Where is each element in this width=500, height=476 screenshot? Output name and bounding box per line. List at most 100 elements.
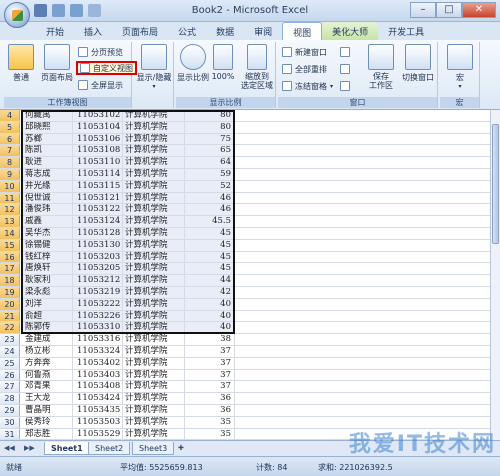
cell-score[interactable]: 45	[185, 251, 235, 263]
table-row[interactable]: 13 戚鑫 11053124 计算机学院 45.5	[0, 216, 490, 228]
cell-score[interactable]: 37	[185, 346, 235, 357]
cell-college[interactable]: 计算机学院	[123, 310, 185, 322]
tab-7[interactable]: 美化大师	[322, 22, 379, 40]
maximize-button[interactable]: □	[436, 2, 462, 18]
table-row[interactable]: 12 潘俊玮 11053122 计算机学院 46	[0, 204, 490, 217]
table-row[interactable]: 16 钱红梓 11053203 计算机学院 45	[0, 251, 490, 264]
cell-score[interactable]: 40	[185, 298, 235, 310]
zoom-100-button[interactable]: 100%	[210, 44, 236, 81]
table-row[interactable]: 25 方奔奔 11053402 计算机学院 37	[0, 357, 490, 370]
cell-name[interactable]: 耿家利	[21, 275, 73, 286]
cell-empty[interactable]	[235, 134, 490, 145]
cell-empty[interactable]	[235, 204, 490, 215]
row-header[interactable]: 28	[0, 393, 20, 404]
cell-name[interactable]: 曹晶明	[21, 405, 73, 416]
cell-name[interactable]: 刘洋	[21, 298, 73, 310]
cell-name[interactable]: 蒋志成	[21, 169, 73, 180]
cell-college[interactable]: 计算机学院	[123, 251, 185, 263]
cell-id[interactable]: 11053203	[73, 251, 123, 263]
cell-id[interactable]: 11053403	[73, 369, 123, 381]
cell-id[interactable]: 11053130	[73, 239, 123, 251]
table-row[interactable]: 4 何藏禹 11053102 计算机学院 80	[0, 110, 490, 122]
cell-empty[interactable]	[235, 311, 490, 322]
table-row[interactable]: 27 邓青果 11053408 计算机学院 37	[0, 381, 490, 394]
page-break-preview-button[interactable]: 分页预览	[78, 45, 123, 59]
cell-college[interactable]: 计算机学院	[123, 287, 185, 298]
next-sheet-arrow-icon[interactable]: ▶▶	[24, 444, 35, 452]
row-header[interactable]: 11	[0, 192, 20, 204]
cell-college[interactable]: 计算机学院	[123, 180, 185, 192]
cell-college[interactable]: 计算机学院	[123, 369, 185, 381]
cell-name[interactable]: 陈郭传	[21, 322, 73, 334]
table-row[interactable]: 20 刘洋 11053222 计算机学院 40	[0, 298, 490, 311]
cell-id[interactable]: 11053408	[73, 381, 123, 393]
cell-college[interactable]: 计算机学院	[123, 428, 185, 440]
sheet-tab-1[interactable]: Sheet1	[44, 442, 90, 455]
cell-id[interactable]: 11053128	[73, 228, 123, 239]
cell-empty[interactable]	[235, 322, 490, 333]
tab-5[interactable]: 审阅	[244, 22, 282, 40]
cell-empty[interactable]	[235, 370, 490, 381]
row-header[interactable]: 30	[0, 416, 20, 428]
tab-4[interactable]: 数据	[206, 22, 244, 40]
cell-college[interactable]: 计算机学院	[123, 322, 185, 334]
new-window-button[interactable]: 新建窗口	[282, 45, 327, 59]
cell-empty[interactable]	[235, 157, 490, 168]
cell-college[interactable]: 计算机学院	[123, 357, 185, 369]
cell-college[interactable]: 计算机学院	[123, 192, 185, 204]
table-row[interactable]: 10 井光缘 11053115 计算机学院 52	[0, 180, 490, 193]
tab-2[interactable]: 页面布局	[112, 22, 168, 40]
cell-score[interactable]: 38	[185, 334, 235, 345]
row-header[interactable]: 14	[0, 228, 20, 239]
cell-name[interactable]: 徐锡健	[21, 239, 73, 251]
cell-empty[interactable]	[235, 169, 490, 180]
table-row[interactable]: 26 何鲁燕 11053403 计算机学院 37	[0, 369, 490, 382]
first-sheet-arrow-icon[interactable]: ◀◀	[4, 444, 15, 452]
cell-name[interactable]: 戚鑫	[21, 216, 73, 227]
cell-score[interactable]: 59	[185, 169, 235, 180]
cell-empty[interactable]	[235, 193, 490, 204]
normal-view-button[interactable]: 普通	[6, 44, 36, 83]
cell-name[interactable]: 井光缘	[21, 180, 73, 192]
full-screen-button[interactable]: 全屏显示	[78, 78, 123, 92]
cell-score[interactable]: 65	[185, 145, 235, 157]
cell-id[interactable]: 11053402	[73, 357, 123, 369]
cell-name[interactable]: 郑志胜	[21, 428, 73, 440]
freeze-panes-button[interactable]: 冻结窗格 ▾	[282, 79, 333, 93]
row-header[interactable]: 20	[0, 298, 20, 310]
tab-3[interactable]: 公式	[168, 22, 206, 40]
cell-empty[interactable]	[235, 240, 490, 251]
cell-college[interactable]: 计算机学院	[123, 405, 185, 416]
table-row[interactable]: 9 蒋志成 11053114 计算机学院 59	[0, 169, 490, 181]
table-row[interactable]: 22 陈郭传 11053310 计算机学院 40	[0, 322, 490, 335]
cell-name[interactable]: 邓青果	[21, 381, 73, 393]
cell-empty[interactable]	[235, 393, 490, 404]
tab-6[interactable]: 视图	[282, 22, 323, 40]
cell-name[interactable]: 金建成	[21, 334, 73, 345]
cell-name[interactable]: 潘俊玮	[21, 204, 73, 216]
page-layout-button[interactable]: 页面布局	[38, 44, 76, 83]
row-header[interactable]: 19	[0, 287, 20, 298]
tab-8[interactable]: 开发工具	[378, 22, 434, 40]
cell-empty[interactable]	[235, 216, 490, 227]
cell-score[interactable]: 45.5	[185, 216, 235, 227]
switch-windows-button[interactable]: 切换窗口	[398, 44, 438, 83]
cell-empty[interactable]	[235, 122, 490, 133]
cell-name[interactable]: 倪世诚	[21, 192, 73, 204]
sheet-tab-3[interactable]: Sheet3	[132, 442, 175, 455]
zoom-to-selection-button[interactable]: 缩放到 选定区域	[238, 44, 276, 90]
save-workspace-button[interactable]: 保存 工作区	[364, 44, 398, 90]
cell-college[interactable]: 计算机学院	[123, 416, 185, 428]
cell-id[interactable]: 11053114	[73, 169, 123, 180]
hide-window-button[interactable]	[340, 62, 350, 76]
table-row[interactable]: 11 倪世诚 11053121 计算机学院 46	[0, 192, 490, 205]
arrange-all-button[interactable]: 全部重排	[282, 62, 327, 76]
cell-score[interactable]: 37	[185, 369, 235, 381]
table-row[interactable]: 19 梁永彪 11053219 计算机学院 42	[0, 287, 490, 299]
unhide-window-button[interactable]	[340, 79, 350, 93]
cell-id[interactable]: 11053102	[73, 110, 123, 121]
cell-score[interactable]: 46	[185, 192, 235, 204]
cell-name[interactable]: 陈凯	[21, 145, 73, 157]
cell-college[interactable]: 计算机学院	[123, 121, 185, 133]
cell-name[interactable]: 苏榔	[21, 133, 73, 145]
